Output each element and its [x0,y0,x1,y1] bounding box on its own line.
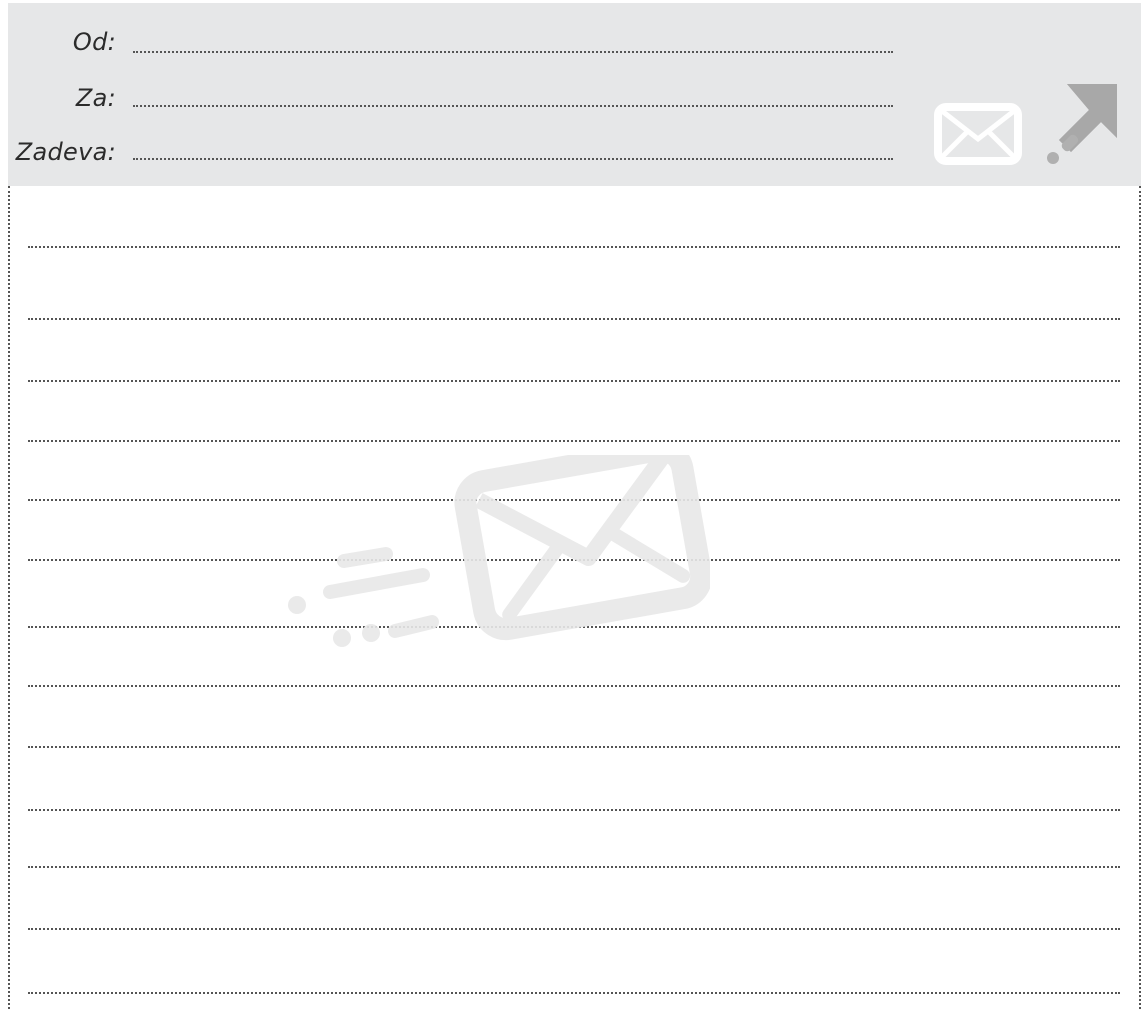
writing-line[interactable] [28,246,1120,248]
page-left-border [8,186,10,1009]
from-field[interactable] [133,51,893,53]
to-field[interactable] [133,105,893,107]
writing-line[interactable] [28,318,1120,320]
send-arrow-icon [1047,84,1117,164]
writing-line[interactable] [28,380,1120,382]
from-label: Od: [72,28,116,56]
subject-field[interactable] [133,158,893,160]
writing-line[interactable] [28,809,1120,811]
flying-envelope-icon [288,455,710,647]
writing-line[interactable] [28,992,1120,994]
subject-label: Zadeva: [15,138,116,166]
writing-line[interactable] [28,685,1120,687]
writing-line[interactable] [28,746,1120,748]
to-label: Za: [75,84,116,112]
writing-line[interactable] [28,866,1120,868]
writing-line[interactable] [28,440,1120,442]
envelope-icon [934,103,1022,165]
writing-line[interactable] [28,928,1120,930]
